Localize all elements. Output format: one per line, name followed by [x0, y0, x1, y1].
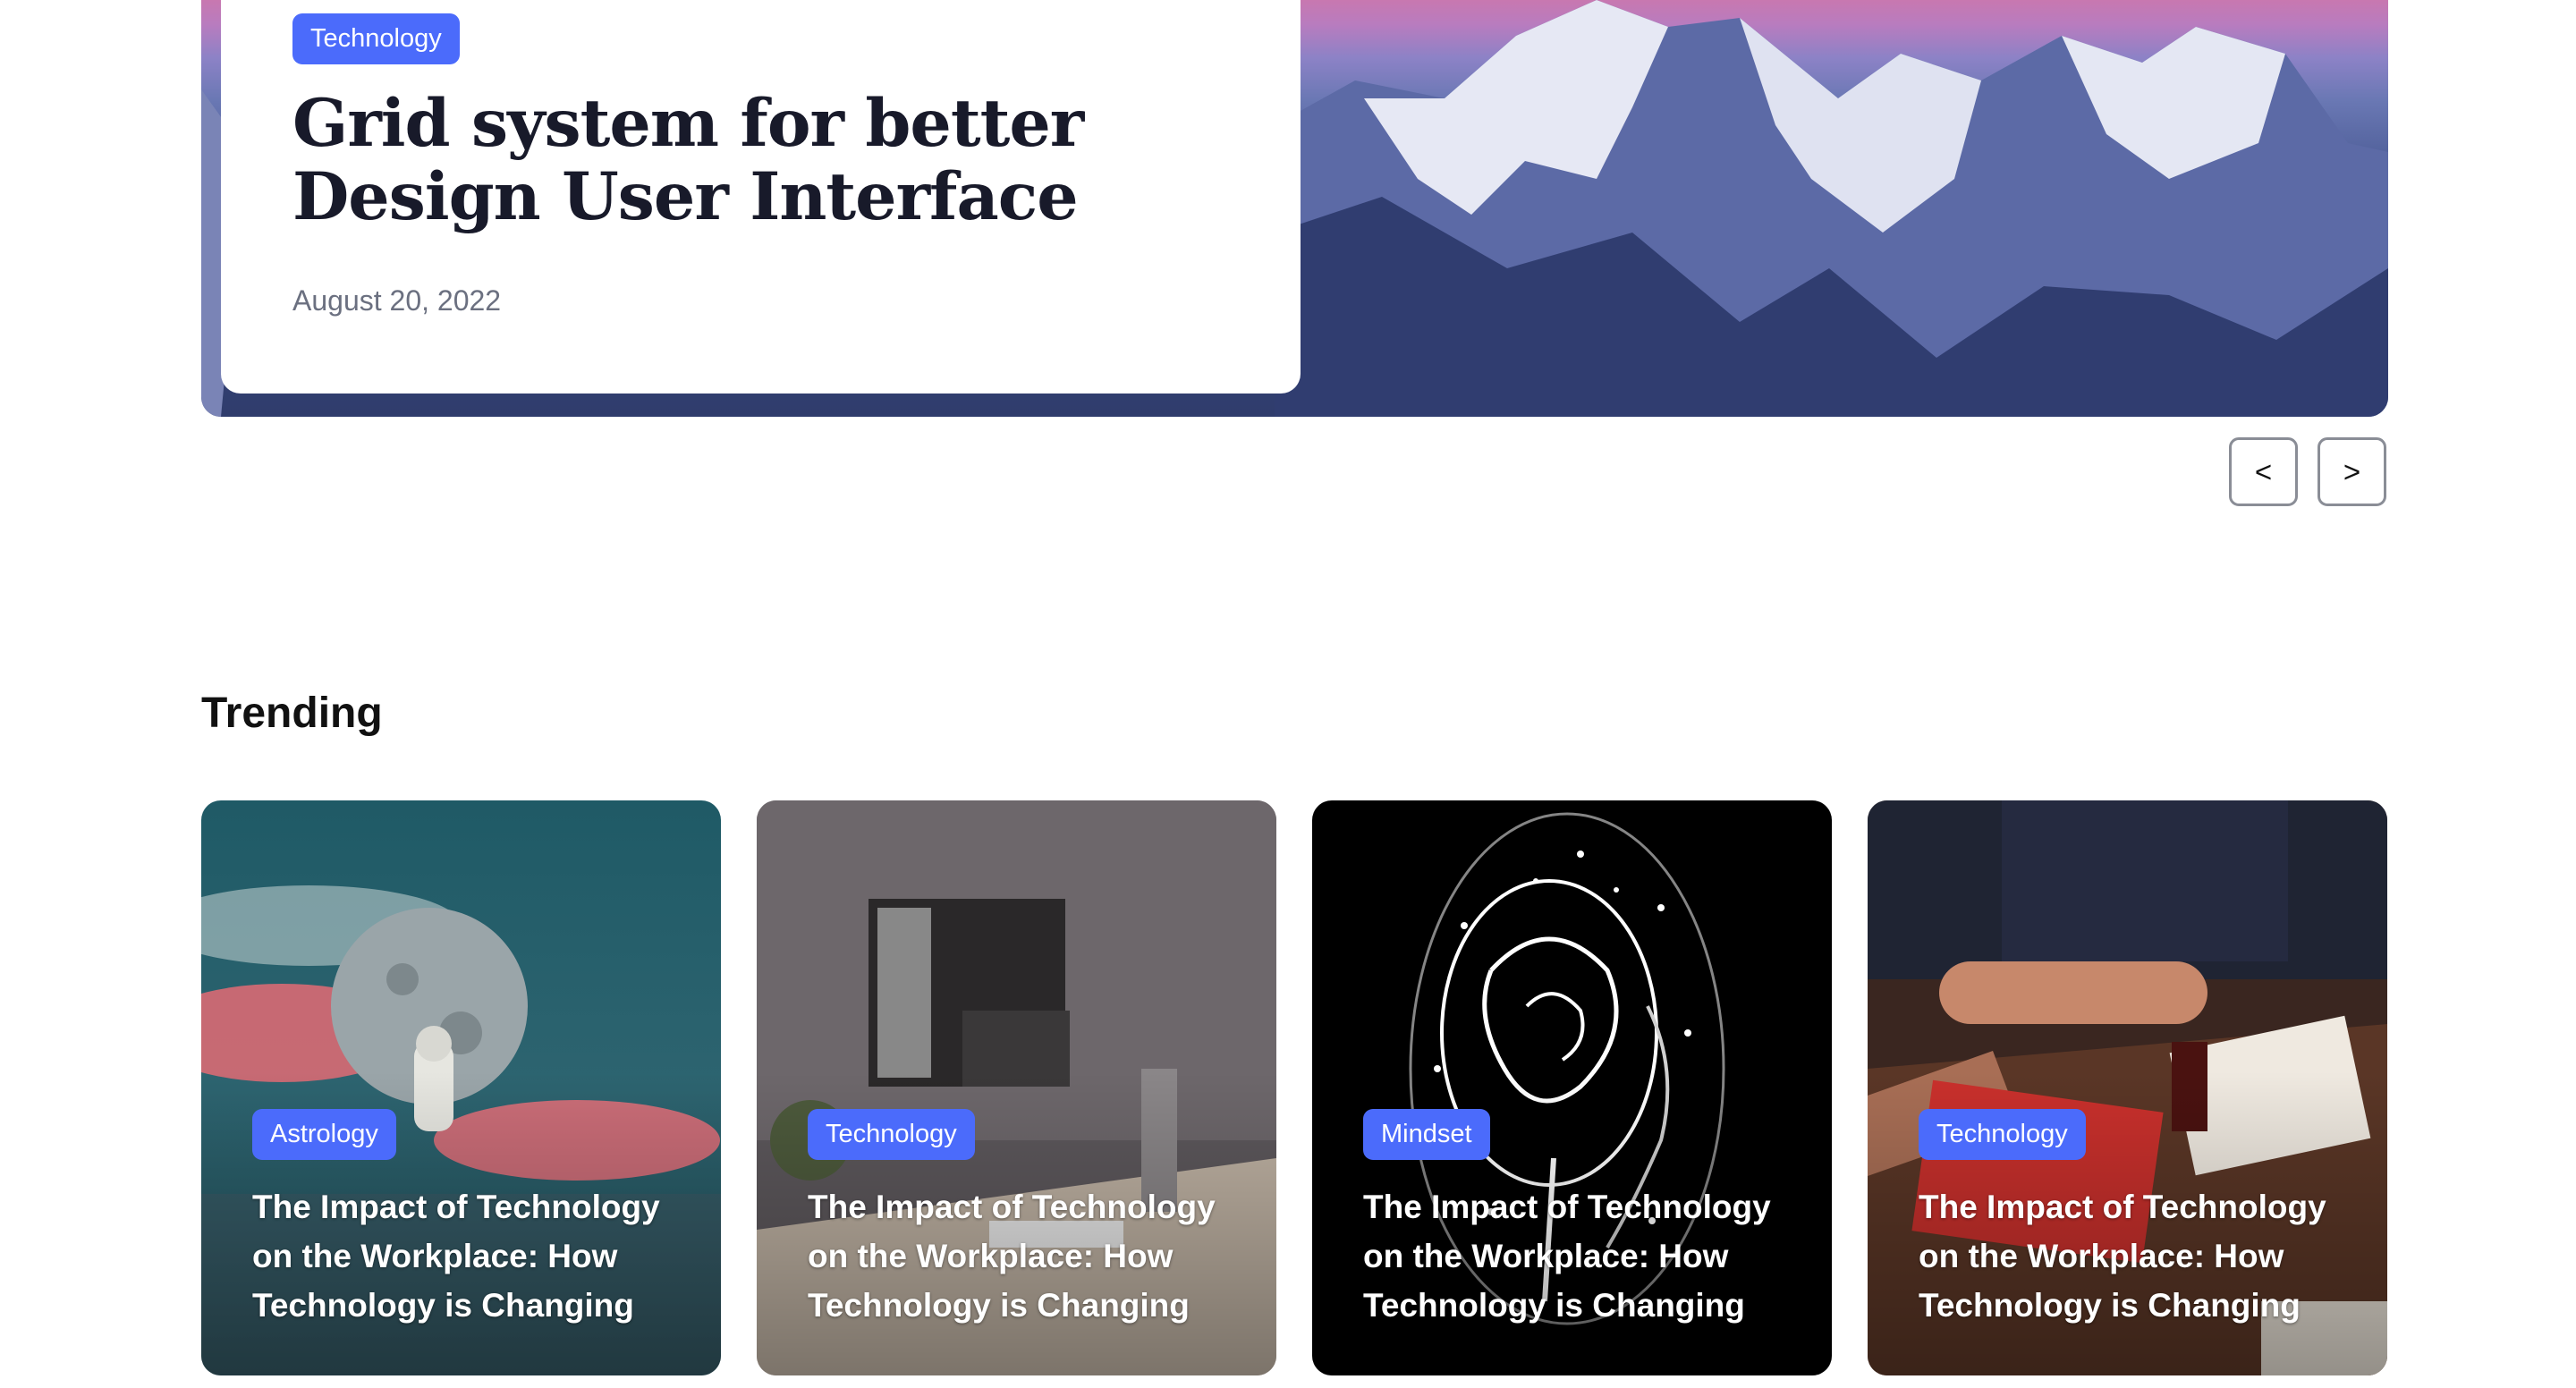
- category-badge[interactable]: Technology: [292, 13, 460, 64]
- category-badge[interactable]: Technology: [808, 1109, 975, 1160]
- hero-banner[interactable]: Technology Grid system for better Design…: [201, 0, 2388, 417]
- card-title[interactable]: The Impact of Technology on the Workplac…: [1919, 1182, 2348, 1330]
- card-title[interactable]: The Impact of Technology on the Workplac…: [1363, 1182, 1792, 1330]
- carousel-next-button[interactable]: >: [2318, 437, 2386, 506]
- trending-card[interactable]: Mindset The Impact of Technology on the …: [1312, 800, 1832, 1375]
- category-badge[interactable]: Astrology: [252, 1109, 396, 1160]
- featured-post-card[interactable]: Technology Grid system for better Design…: [221, 0, 1301, 394]
- trending-card[interactable]: Technology The Impact of Technology on t…: [1868, 800, 2387, 1375]
- card-title[interactable]: The Impact of Technology on the Workplac…: [252, 1182, 682, 1330]
- category-badge[interactable]: Mindset: [1363, 1109, 1490, 1160]
- card-title[interactable]: The Impact of Technology on the Workplac…: [808, 1182, 1237, 1330]
- featured-post-date: August 20, 2022: [292, 284, 502, 317]
- trending-card[interactable]: Astrology The Impact of Technology on th…: [201, 800, 721, 1375]
- category-badge[interactable]: Technology: [1919, 1109, 2086, 1160]
- trending-card[interactable]: Technology The Impact of Technology on t…: [757, 800, 1276, 1375]
- featured-post-title[interactable]: Grid system for better Design User Inter…: [292, 87, 1276, 233]
- trending-heading: Trending: [201, 690, 383, 737]
- carousel-prev-button[interactable]: <: [2229, 437, 2298, 506]
